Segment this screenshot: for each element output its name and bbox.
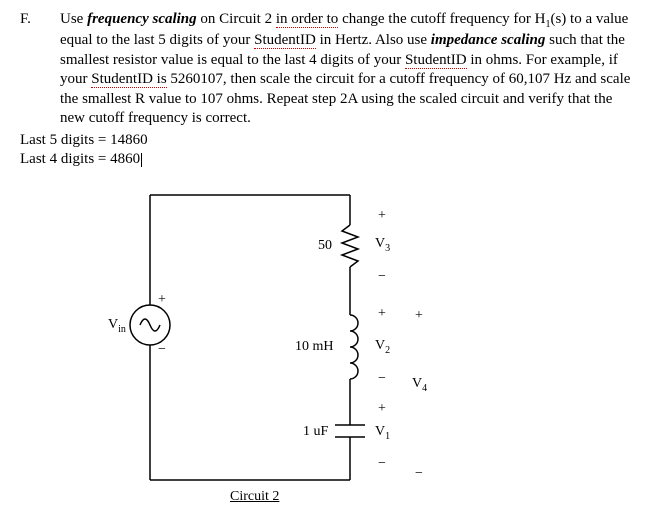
t: V bbox=[412, 376, 422, 391]
v2-label: V2 bbox=[375, 337, 390, 357]
studentid: StudentID bbox=[405, 52, 467, 69]
vin-plus: + bbox=[158, 291, 166, 309]
v1-label: V1 bbox=[375, 423, 390, 443]
last4: Last 4 digits = 4860 bbox=[20, 150, 640, 170]
sub: 3 bbox=[385, 242, 390, 253]
last5: Last 5 digits = 14860 bbox=[20, 131, 640, 151]
capacitor-label: 1 uF bbox=[303, 423, 328, 441]
circuit-diagram: Vin + − 50 + V3 − 10 mH + V2 − + V4 − 1 … bbox=[90, 185, 590, 515]
v1-plus: + bbox=[378, 400, 386, 418]
sub: 4 bbox=[422, 382, 427, 393]
v4-label: V4 bbox=[412, 375, 427, 395]
resistor-label: 50 bbox=[318, 237, 332, 255]
sub: 1 bbox=[385, 430, 390, 441]
problem-row: F. Use frequency scaling on Circuit 2 in… bbox=[20, 10, 640, 129]
v1-minus: − bbox=[378, 455, 386, 473]
v3-plus: + bbox=[378, 207, 386, 225]
v2-plus: + bbox=[378, 305, 386, 323]
sub: in bbox=[118, 323, 126, 334]
t: Use bbox=[60, 11, 87, 27]
problem-text: Use frequency scaling on Circuit 2 in or… bbox=[60, 10, 640, 129]
impedance-scaling: impedance scaling bbox=[431, 32, 546, 48]
studentid: StudentID bbox=[254, 32, 316, 49]
t: change the cutoff frequency for H bbox=[338, 11, 545, 27]
problem-letter: F. bbox=[20, 10, 60, 129]
frequency-scaling: frequency scaling bbox=[87, 11, 197, 27]
t: on Circuit 2 bbox=[197, 11, 276, 27]
text-cursor bbox=[141, 153, 142, 167]
vin-minus: − bbox=[158, 341, 166, 359]
circuit-caption: Circuit 2 bbox=[230, 488, 279, 506]
v2-minus: − bbox=[378, 370, 386, 388]
t: in order to bbox=[276, 11, 338, 28]
v4-minus: − bbox=[415, 465, 423, 483]
t: V bbox=[375, 338, 385, 353]
studentid-is: StudentID is bbox=[91, 71, 166, 88]
notes: Last 5 digits = 14860 Last 4 digits = 48… bbox=[20, 131, 640, 170]
v3-minus: − bbox=[378, 268, 386, 286]
sub: 2 bbox=[385, 344, 390, 355]
t: V bbox=[375, 424, 385, 439]
inductor-label: 10 mH bbox=[295, 338, 334, 356]
t: V bbox=[375, 236, 385, 251]
v3-label: V3 bbox=[375, 235, 390, 255]
t: Last 4 digits = 4860 bbox=[20, 151, 140, 167]
t: in Hertz. Also use bbox=[316, 32, 431, 48]
vin-label: Vin bbox=[108, 316, 126, 336]
v4-plus: + bbox=[415, 307, 423, 325]
t: V bbox=[108, 317, 118, 332]
